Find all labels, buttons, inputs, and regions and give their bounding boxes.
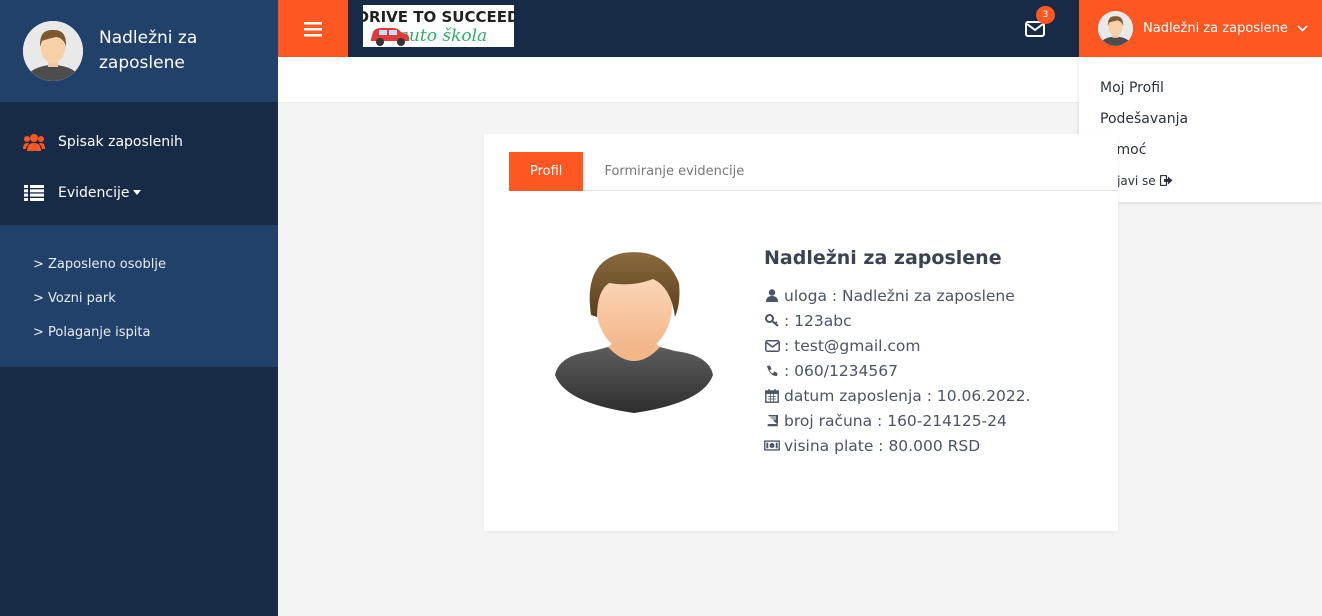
- avatar: [23, 21, 83, 81]
- book-icon: [764, 413, 780, 429]
- info-text: : 123abc: [784, 311, 852, 330]
- sidebar-item-label: Evidencije: [58, 184, 130, 201]
- caret-down-icon: [133, 190, 142, 195]
- users-icon: [22, 132, 46, 152]
- logo-title: DRIVE TO SUCCEED: [363, 8, 514, 26]
- profile-info: Nadležni za zaposlene uloga : Nadležni z…: [764, 247, 1031, 458]
- info-text: uloga : Nadležni za zaposlene: [784, 286, 1015, 305]
- tab-bar: Profil Formiranje evidencije: [509, 152, 1118, 191]
- info-text: datum zaposlenja : 10.06.2022.: [784, 386, 1031, 405]
- logo[interactable]: DRIVE TO SUCCEED auto škola: [363, 5, 514, 47]
- profile-name: Nadležni za zaposlene: [764, 247, 1002, 269]
- menu-item-moj-profil[interactable]: Moj Profil: [1079, 72, 1322, 103]
- sidebar-item-label: Spisak zaposlenih: [58, 133, 183, 150]
- info-row-phone: : 060/1234567: [764, 358, 1031, 383]
- info-text: : test@gmail.com: [784, 336, 921, 355]
- tab-formiranje-evidencije[interactable]: Formiranje evidencije: [583, 152, 765, 191]
- user-icon: [764, 288, 780, 304]
- sidebar-menu: Spisak zaposlenih Evidencije: [0, 102, 278, 218]
- logo-subtitle: auto škola: [399, 26, 487, 46]
- info-text: : 060/1234567: [784, 361, 898, 380]
- phone-icon: [764, 363, 780, 379]
- info-row-role: uloga : Nadležni za zaposlene: [764, 283, 1031, 308]
- profile-card: Profil Formiranje evidencije Nadležni za…: [484, 134, 1118, 531]
- key-icon: [764, 313, 780, 329]
- info-text: broj računa : 160-214125-24: [784, 411, 1007, 430]
- profile-picture: [553, 243, 715, 418]
- envelope-icon: [764, 338, 780, 354]
- info-row-salary: visina plate : 80.000 RSD: [764, 433, 1031, 458]
- sidebar: Nadležni za zaposlene Spisak zaposlenih: [0, 0, 278, 616]
- hamburger-icon: [304, 21, 322, 36]
- info-row-account: broj računa : 160-214125-24: [764, 408, 1031, 433]
- tab-profil[interactable]: Profil: [509, 152, 584, 191]
- sidebar-user-name: Nadležni za zaposlene: [99, 28, 198, 73]
- submenu-item-vozni-park[interactable]: > Vozni park: [0, 281, 278, 315]
- sidebar-user-panel: Nadležni za zaposlene: [0, 0, 278, 102]
- list-icon: [22, 183, 46, 203]
- submenu-item-polaganje-ispita[interactable]: > Polaganje ispita: [0, 315, 278, 349]
- calendar-icon: [764, 388, 780, 404]
- avatar: [1098, 11, 1133, 46]
- user-menu-name: Nadležni za zaposlene: [1143, 21, 1288, 36]
- hamburger-menu-button[interactable]: [278, 0, 348, 57]
- submenu-item-zaposleno-osoblje[interactable]: > Zaposleno osoblje: [0, 247, 278, 281]
- chevron-down-icon: [1297, 25, 1308, 32]
- info-text: visina plate : 80.000 RSD: [784, 436, 981, 455]
- money-icon: [764, 438, 780, 454]
- info-row-employment-date: datum zaposlenja : 10.06.2022.: [764, 383, 1031, 408]
- info-row-password: : 123abc: [764, 308, 1031, 333]
- topbar: DRIVE TO SUCCEED auto škola 3 Nadležni z…: [278, 0, 1322, 57]
- menu-item-podesavanja[interactable]: Podešavanja: [1079, 103, 1322, 134]
- sidebar-submenu: > Zaposleno osoblje > Vozni park > Polag…: [0, 225, 278, 367]
- notification-badge: 3: [1036, 6, 1055, 24]
- user-menu-toggle[interactable]: Nadležni za zaposlene: [1079, 0, 1322, 57]
- sidebar-item-evidencije[interactable]: Evidencije: [0, 167, 278, 218]
- info-row-email: : test@gmail.com: [764, 333, 1031, 358]
- sidebar-item-spisak-zaposlenih[interactable]: Spisak zaposlenih: [0, 116, 278, 167]
- sign-out-icon: [1159, 175, 1173, 186]
